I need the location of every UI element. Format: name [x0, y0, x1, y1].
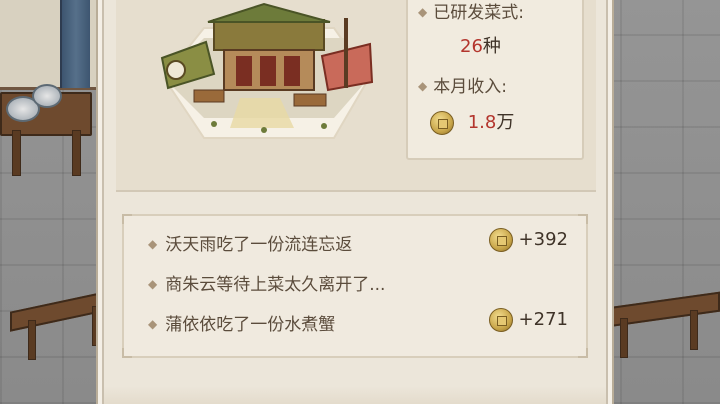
log-entry: ◆ 蒲依依吃了一份水煮蟹 +271 — [148, 308, 568, 340]
corner-ornament — [122, 348, 132, 358]
log-entry-reward: +392 — [488, 228, 568, 252]
copper-coin-icon — [488, 308, 513, 332]
log-entry: ◆ 沃天雨吃了一份流连忘返 +392 — [148, 228, 568, 260]
diamond-bullet-icon: ◆ — [148, 237, 158, 251]
stats-box: ◆ 已研发菜式: 26种 ◆ 本月收入: 1.8万 — [406, 0, 584, 160]
table-leg — [72, 130, 81, 176]
bench-leg — [92, 306, 100, 346]
restaurant-overview: ◆ 已研发菜式: 26种 ◆ 本月收入: 1.8万 — [116, 0, 596, 192]
log-entry-text: ◆ 商朱云等待上菜太久离开了... — [148, 275, 386, 295]
log-entry-text: ◆ 沃天雨吃了一份流连忘返 — [148, 235, 353, 255]
bench-leg — [690, 310, 698, 350]
corner-ornament — [578, 348, 588, 358]
income-unit: 万 — [496, 112, 515, 133]
dishes-value: 26种 — [460, 32, 501, 58]
income-value: 1.8万 — [430, 108, 514, 135]
restaurant-building-icon — [160, 2, 374, 139]
corner-ornament — [122, 214, 132, 224]
income-label: ◆ 本月收入: — [418, 77, 507, 97]
log-entry: ◆ 商朱云等待上菜太久离开了... — [148, 270, 568, 300]
log-entry-text: ◆ 蒲依依吃了一份水煮蟹 — [148, 315, 336, 335]
restaurant-illustration — [144, 0, 384, 148]
corner-ornament — [578, 214, 588, 224]
bench-leg — [28, 320, 36, 360]
activity-log: ◆ 沃天雨吃了一份流连忘返 +392 ◆ 商朱云等待上菜太久离开了... ◆ 蒲依依吃… — [122, 214, 588, 358]
income-amount: 1.8 — [467, 112, 497, 133]
dishes-unit: 种 — [482, 36, 501, 57]
panel-bottom-edge — [104, 386, 606, 404]
bowl-icon — [32, 84, 62, 108]
diamond-bullet-icon: ◆ — [418, 79, 428, 93]
copper-coin-icon — [488, 228, 513, 252]
copper-coin-icon — [430, 111, 454, 135]
diamond-bullet-icon: ◆ — [418, 5, 428, 19]
dishes-label: ◆ 已研发菜式: — [418, 3, 524, 23]
diamond-bullet-icon: ◆ — [148, 277, 158, 291]
table-leg — [12, 130, 21, 176]
log-entry-reward: +271 — [488, 308, 568, 332]
background-curtain — [60, 0, 90, 88]
bench-leg — [620, 318, 628, 358]
restaurant-info-panel: ◆ 已研发菜式: 26种 ◆ 本月收入: 1.8万 ◆ 沃天雨吃了一份流连忘返 +39… — [102, 0, 608, 404]
diamond-bullet-icon: ◆ — [148, 317, 158, 331]
dishes-count: 26 — [460, 36, 483, 57]
